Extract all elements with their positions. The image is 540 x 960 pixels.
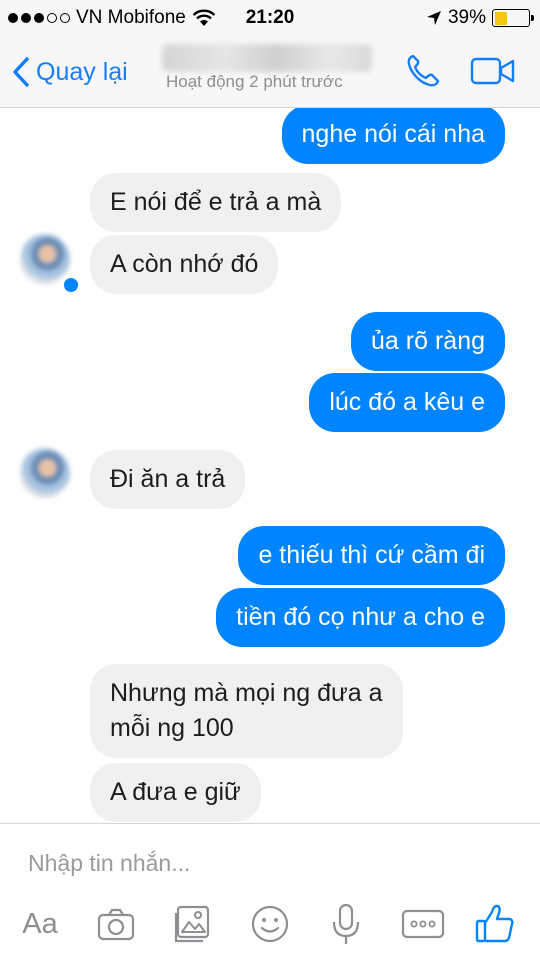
message-outgoing[interactable]: tiền đó cọ như a cho e [216,588,505,647]
back-button[interactable]: Quay lại [12,52,128,92]
message-line: mỗi ng 100 [110,714,234,742]
status-right: 39% [426,7,534,29]
location-arrow-icon [426,11,441,25]
message-outgoing[interactable]: lúc đó a kêu e [309,373,505,432]
like-icon[interactable] [474,902,516,946]
status-bar: VN Mobifone 21:20 39% [0,0,540,38]
contact-activity-status: Hoạt động 2 phút trước [166,72,343,91]
contact-name-blurred [162,44,372,72]
contact-avatar[interactable] [20,448,70,498]
video-camera-icon[interactable] [470,56,516,88]
phone-icon[interactable] [404,52,442,90]
contact-avatar[interactable] [20,234,70,284]
emoji-icon[interactable] [250,902,290,946]
compose-toolbar: Aa [0,902,540,952]
contact-header[interactable]: Hoạt động 2 phút trước [162,42,382,102]
battery-icon [492,9,534,27]
message-line: Nhưng mà mọi ng đưa a [110,679,383,707]
camera-icon[interactable] [96,902,136,946]
message-incoming[interactable]: A còn nhớ đó [90,235,279,294]
verified-badge-icon [62,276,80,294]
text-format-icon[interactable]: Aa [18,902,62,946]
compose-area: Aa [0,823,540,960]
message-incoming[interactable]: A đưa e giữ [90,763,261,822]
message-incoming-multiline[interactable]: Nhưng mà mọi ng đưa a mỗi ng 100 [90,664,403,758]
message-outgoing[interactable]: e thiếu thì cứ cầm đi [238,526,505,585]
message-outgoing[interactable]: nghe nói cái nha [281,108,505,164]
message-outgoing[interactable]: ủa rõ ràng [351,312,505,371]
back-label: Quay lại [36,57,128,86]
navigation-bar: Quay lại Hoạt động 2 phút trước [0,38,540,108]
message-input[interactable] [28,846,508,880]
message-incoming[interactable]: Đi ăn a trả [90,450,246,509]
message-thread[interactable]: nghe nói cái nha E nói để e trả a mà A c… [0,108,540,823]
battery-fill [494,11,508,25]
chevron-left-icon [13,57,29,87]
microphone-icon[interactable] [330,902,362,946]
more-icon[interactable] [400,902,446,946]
battery-percent: 39% [447,7,486,28]
message-incoming[interactable]: E nói để e trả a mà [90,173,342,232]
photo-gallery-icon[interactable] [172,902,212,946]
